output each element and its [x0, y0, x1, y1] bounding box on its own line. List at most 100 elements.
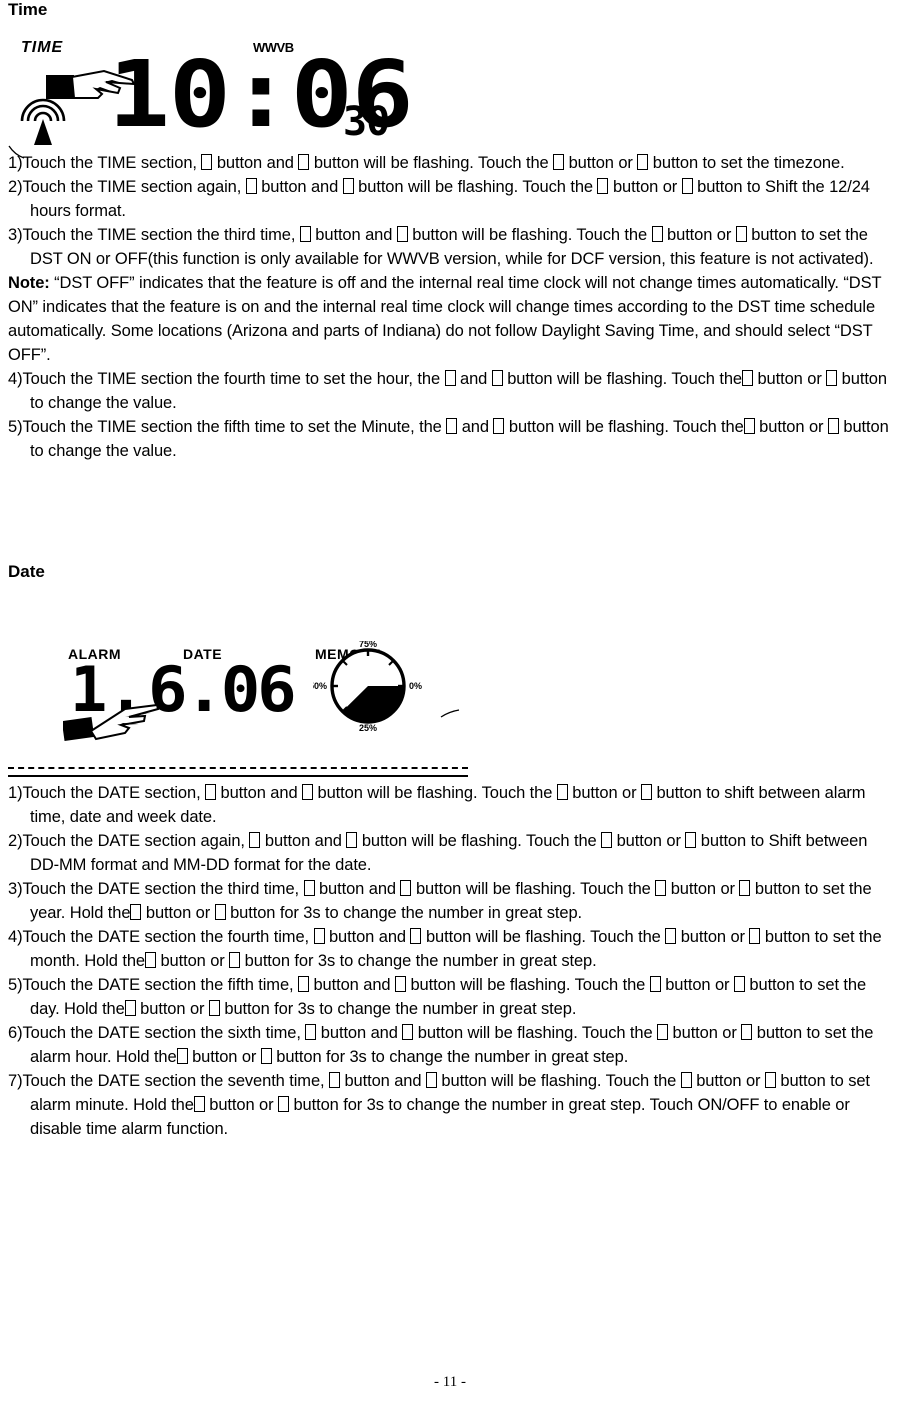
- list-item-text: button to set the timezone.: [648, 154, 845, 172]
- plus-key-glyph: +: [245, 178, 257, 194]
- plus-key-glyph: +: [444, 370, 456, 386]
- list-item-text: button will be flashing. Touch the: [436, 1072, 681, 1090]
- time-section-heading: Time: [8, 0, 48, 19]
- plus-key-glyph: +: [680, 1072, 692, 1088]
- list-item-text: button will be flashing. Touch the: [411, 880, 656, 898]
- plus-key-glyph: +: [743, 418, 755, 434]
- list-item-text: button and: [324, 928, 411, 946]
- list-item-text: button will be flashing. Touch the: [405, 976, 650, 994]
- list-item-text: button or: [135, 1000, 209, 1018]
- list-item-number: 4): [8, 928, 23, 946]
- plus-key-glyph: +: [597, 178, 609, 194]
- minus-key-glyph: –: [826, 370, 838, 386]
- list-item-number: 2): [8, 178, 23, 196]
- list-item-text: button and: [316, 1024, 403, 1042]
- plus-key-glyph: +: [601, 832, 613, 848]
- minus-key-glyph: –: [402, 1024, 414, 1040]
- list-item-number: 3): [8, 880, 23, 898]
- minus-key-glyph: –: [410, 928, 422, 944]
- minus-key-glyph: –: [208, 1000, 220, 1016]
- date-steps-list: 1)Touch the DATE section, + button and –…: [8, 781, 892, 1141]
- lcd-frame-solid-rule: [8, 775, 468, 777]
- corner-tick-icon: [8, 145, 25, 159]
- plus-key-glyph: +: [124, 1000, 136, 1016]
- minus-key-glyph: –: [733, 976, 745, 992]
- list-item: 3)Touch the TIME section the third time,…: [8, 223, 892, 271]
- minus-key-glyph: –: [278, 1096, 289, 1112]
- list-item: 1)Touch the TIME section, + button and –…: [8, 151, 892, 175]
- list-item-text: button and: [216, 784, 303, 802]
- minus-key-glyph: –: [493, 418, 505, 434]
- gauge-label-25: 25%: [359, 723, 377, 731]
- plus-key-glyph: +: [556, 784, 568, 800]
- time-lcd-illustration: TIME WWVB 10:06 30: [8, 19, 438, 159]
- list-item-text: Touch the DATE section the fourth time,: [22, 928, 314, 946]
- list-item: 7)Touch the DATE section the seventh tim…: [8, 1069, 892, 1141]
- minus-key-glyph: –: [214, 904, 226, 920]
- list-item-text: button and: [256, 178, 343, 196]
- minus-key-glyph: –: [400, 880, 412, 896]
- plus-key-glyph: +: [665, 928, 677, 944]
- list-item-text: button and: [212, 154, 299, 172]
- gauge-label-50: 50%: [313, 681, 327, 691]
- minus-key-glyph: –: [346, 832, 358, 848]
- lcd-seconds-value: 30: [343, 99, 390, 145]
- manual-page: Time TIME WWVB 10:06 30 1)Touch the TIME…: [0, 0, 900, 1416]
- list-item-text: button or: [608, 178, 682, 196]
- minus-key-glyph: –: [396, 226, 408, 242]
- plus-key-glyph: +: [313, 928, 325, 944]
- list-item-text: button will be flashing. Touch the: [407, 226, 652, 244]
- minus-key-glyph: –: [394, 976, 406, 992]
- plus-key-glyph: +: [193, 1096, 205, 1112]
- list-item-text: Touch the DATE section the seventh time,: [22, 1072, 329, 1090]
- list-item-text: and: [455, 370, 492, 388]
- list-item: 2)Touch the DATE section again, + button…: [8, 829, 892, 877]
- list-item-text: button or: [676, 928, 750, 946]
- plus-key-glyph: +: [299, 226, 311, 242]
- pointing-hand-icon: [46, 69, 136, 99]
- list-item-text: Touch the DATE section again,: [22, 832, 250, 850]
- list-item-number: 5): [8, 976, 23, 994]
- minus-key-glyph: –: [640, 784, 652, 800]
- list-item-text: button will be flashing. Touch the: [353, 178, 598, 196]
- minus-key-glyph: –: [764, 1072, 776, 1088]
- minus-key-glyph: –: [685, 832, 697, 848]
- list-item-text: Touch the DATE section,: [22, 784, 206, 802]
- list-item-text: button will be flashing. Touch the: [421, 928, 666, 946]
- list-item-number: 7): [8, 1072, 23, 1090]
- plus-key-glyph: +: [305, 1024, 317, 1040]
- minus-key-glyph: –: [739, 880, 751, 896]
- minus-key-glyph: –: [637, 154, 649, 170]
- lcd-frame-dashed-rule: [8, 767, 468, 769]
- list-item-text: Touch the TIME section the fourth time t…: [22, 370, 445, 388]
- minus-key-glyph: –: [342, 178, 354, 194]
- gauge-label-75: 75%: [359, 641, 377, 649]
- list-item-text: button or: [155, 952, 230, 970]
- minus-key-glyph: –: [229, 952, 241, 968]
- lcd-date-value: 6.06: [148, 653, 297, 726]
- lcd-mode-label-time: TIME: [21, 39, 64, 56]
- plus-key-glyph: +: [742, 370, 753, 386]
- list-item-number: 6): [8, 1024, 23, 1042]
- list-item: 5)Touch the DATE section the fifth time,…: [8, 973, 892, 1021]
- list-item-text: button and: [260, 832, 347, 850]
- list-item-text: button or: [612, 832, 686, 850]
- note-text: “DST OFF” indicates that the feature is …: [8, 274, 882, 364]
- list-item-text: button for 3s to change the number in gr…: [271, 1048, 629, 1066]
- plus-key-glyph: +: [201, 154, 213, 170]
- list-item-text: button or: [666, 880, 740, 898]
- list-item-text: button or: [753, 370, 827, 388]
- list-item: 3)Touch the DATE section the third time,…: [8, 877, 892, 925]
- list-item-text: button or: [564, 154, 638, 172]
- plus-key-glyph: +: [649, 976, 661, 992]
- plus-key-glyph: +: [446, 418, 458, 434]
- minus-key-glyph: –: [298, 154, 310, 170]
- plus-key-glyph: +: [144, 952, 156, 968]
- time-section: Time TIME WWVB 10:06 30 1)Touch the TIME…: [8, 0, 892, 463]
- minus-key-glyph: –: [735, 226, 747, 242]
- gauge-label-0: 0%: [409, 681, 422, 691]
- plus-key-glyph: +: [303, 880, 315, 896]
- date-section: Date ALARM DATE MEMORY 1. 6.06 75% 0% 25…: [8, 562, 892, 1141]
- minus-key-glyph: –: [302, 784, 314, 800]
- date-lcd-illustration: ALARM DATE MEMORY 1. 6.06 75% 0% 25% 0%: [8, 581, 478, 781]
